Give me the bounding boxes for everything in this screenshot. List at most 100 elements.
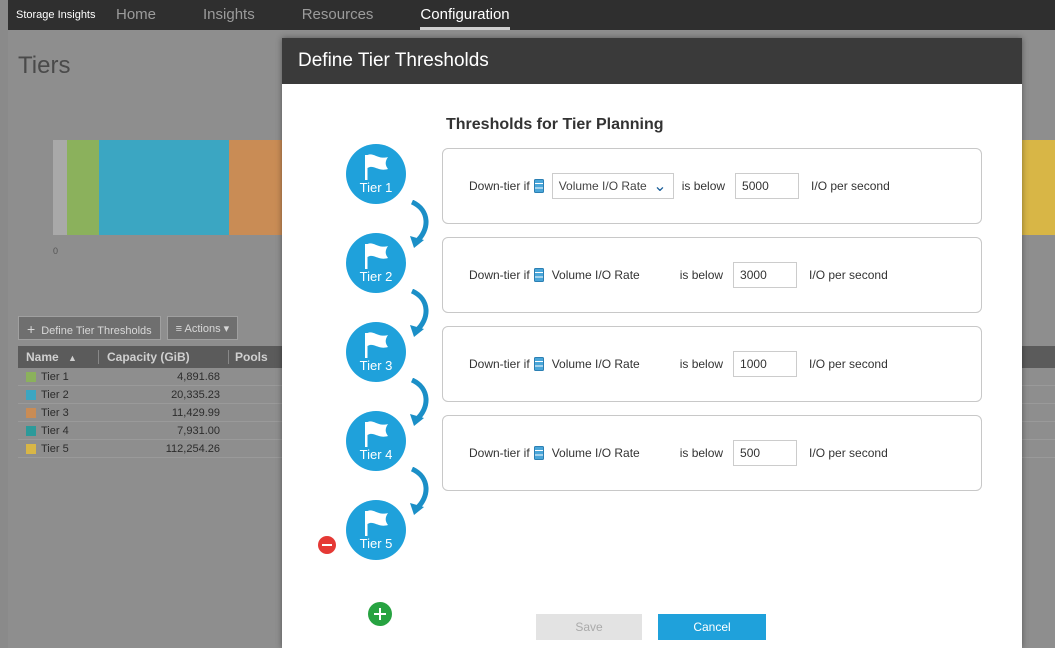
nav-configuration[interactable]: Configuration	[420, 0, 510, 30]
define-tier-thresholds-dialog: Define Tier Thresholds Thresholds for Ti…	[282, 38, 1022, 648]
flag-icon	[362, 152, 392, 182]
tier-node-label: Tier 4	[359, 447, 393, 462]
chevron-down-icon: ⌄	[653, 178, 667, 195]
threshold-value-input[interactable]: 1000	[733, 351, 798, 377]
list-icon: ≡	[175, 323, 185, 335]
cell-capacity: 4,891.68	[177, 370, 220, 383]
down-tier-arrow-icon	[408, 288, 434, 339]
column-header-pools[interactable]: Pools	[228, 350, 288, 364]
remove-tier-button[interactable]	[318, 536, 336, 554]
chart-bar-segment	[53, 140, 67, 235]
metric-label: Volume I/O Rate	[551, 446, 640, 460]
metric-label: Volume I/O Rate	[551, 357, 640, 371]
flag-icon	[362, 419, 392, 449]
condition-label: is below	[679, 268, 724, 282]
cell-capacity: 11,429.99	[171, 406, 220, 419]
top-nav-bar: Storage Insights Home Insights Resources…	[8, 0, 1055, 30]
caret-down-icon: ▾	[223, 323, 230, 335]
unit-label: I/O per second	[811, 179, 890, 193]
add-tier-button[interactable]	[368, 602, 392, 626]
axis-tick-zero: 0	[53, 246, 59, 256]
threshold-rule-card: Down-tier if Volume I/O Rate is below 3000 I…	[442, 237, 982, 313]
cell-capacity: 20,335.23	[171, 388, 220, 401]
save-button[interactable]: Save	[536, 614, 642, 640]
cell-tier-name: Tier 5	[18, 443, 98, 455]
tier-node-label: Tier 3	[359, 358, 393, 373]
chart-bar-segment-tier-1	[67, 140, 99, 235]
tier-node: Tier 1	[346, 144, 406, 204]
threshold-value-input[interactable]: 500	[733, 440, 798, 466]
metric-dropdown[interactable]: Volume I/O Rate ⌄	[551, 173, 674, 199]
actions-menu-button[interactable]: ≡ Actions ▾	[166, 316, 239, 340]
down-tier-label: Down-tier if	[469, 268, 530, 282]
unit-label: I/O per second	[809, 268, 888, 282]
tier-node-label: Tier 1	[359, 180, 393, 195]
chart-bar-segment-tier-3	[229, 140, 289, 235]
cell-tier-name: Tier 1	[18, 371, 98, 383]
tier-node: Tier 5	[346, 500, 406, 560]
tier-name: Tier 5	[41, 442, 69, 455]
chart-bar-segment-tier-2	[99, 140, 229, 235]
page-title: Tiers	[18, 52, 71, 79]
metric-dropdown-value: Volume I/O Rate	[558, 179, 647, 193]
tier-color-swatch	[26, 389, 36, 400]
condition-label: is below	[681, 179, 726, 193]
dialog-body: Thresholds for Tier Planning Tier 1 Tier …	[282, 84, 1022, 648]
chart-bar-segment-tier-5	[1022, 140, 1055, 235]
section-title: Thresholds for Tier Planning	[446, 116, 664, 133]
database-icon	[533, 446, 544, 460]
down-tier-label: Down-tier if	[469, 179, 530, 193]
threshold-value-input[interactable]: 5000	[735, 173, 800, 199]
database-icon	[533, 357, 544, 371]
nav-insights[interactable]: Insights	[203, 0, 255, 30]
unit-label: I/O per second	[809, 446, 888, 460]
down-tier-arrow-icon	[408, 199, 434, 250]
tier-node-label: Tier 2	[359, 269, 393, 284]
cell-tier-name: Tier 3	[18, 407, 98, 419]
table-toolbar: + Define Tier Thresholds ≡ Actions ▾	[18, 316, 239, 340]
cell-tier-name: Tier 4	[18, 425, 98, 437]
tier-color-swatch	[26, 425, 36, 436]
nav-home[interactable]: Home	[116, 0, 156, 30]
nav-resources[interactable]: Resources	[302, 0, 374, 30]
column-header-capacity[interactable]: Capacity (GiB)	[98, 350, 228, 364]
database-icon	[533, 268, 544, 282]
database-icon	[533, 179, 544, 193]
tier-name: Tier 1	[41, 370, 69, 383]
unit-label: I/O per second	[809, 357, 888, 371]
down-tier-arrow-icon	[408, 377, 434, 428]
metric-label: Volume I/O Rate	[551, 268, 640, 282]
tier-node: Tier 4	[346, 411, 406, 471]
dialog-title: Define Tier Thresholds	[282, 38, 1022, 84]
cell-tier-name: Tier 2	[18, 389, 98, 401]
cell-capacity: 7,931.00	[177, 424, 220, 437]
tier-node: Tier 3	[346, 322, 406, 382]
define-tier-thresholds-label: Define Tier Thresholds	[41, 325, 152, 337]
threshold-rule-card: Down-tier if Volume I/O Rate is below 1000 I…	[442, 326, 982, 402]
threshold-rule-card: Down-tier if Volume I/O Rate ⌄ is below 5000…	[442, 148, 982, 224]
app-brand: Storage Insights	[16, 9, 96, 21]
actions-label: Actions	[184, 323, 221, 335]
threshold-value-input[interactable]: 3000	[733, 262, 798, 288]
tier-node: Tier 2	[346, 233, 406, 293]
condition-label: is below	[679, 446, 724, 460]
column-header-name[interactable]: Name ▲	[18, 350, 98, 364]
tier-name: Tier 2	[41, 388, 69, 401]
down-tier-arrow-icon	[408, 466, 434, 517]
tier-color-swatch	[26, 371, 36, 382]
flag-icon	[362, 508, 392, 538]
down-tier-label: Down-tier if	[469, 357, 530, 371]
tier-name: Tier 3	[41, 406, 69, 419]
sort-ascending-icon: ▲	[68, 353, 77, 363]
threshold-rule-card: Down-tier if Volume I/O Rate is below 500 I/…	[442, 415, 982, 491]
tier-node-label: Tier 5	[359, 536, 393, 551]
tier-color-swatch	[26, 443, 36, 454]
condition-label: is below	[679, 357, 724, 371]
tier-name: Tier 4	[41, 424, 69, 437]
cancel-button[interactable]: Cancel	[658, 614, 766, 640]
column-header-name-label: Name	[26, 350, 59, 364]
cell-capacity: 112,254.26	[165, 442, 220, 455]
define-tier-thresholds-button[interactable]: + Define Tier Thresholds	[18, 316, 161, 340]
tier-color-swatch	[26, 407, 36, 418]
flag-icon	[362, 330, 392, 360]
